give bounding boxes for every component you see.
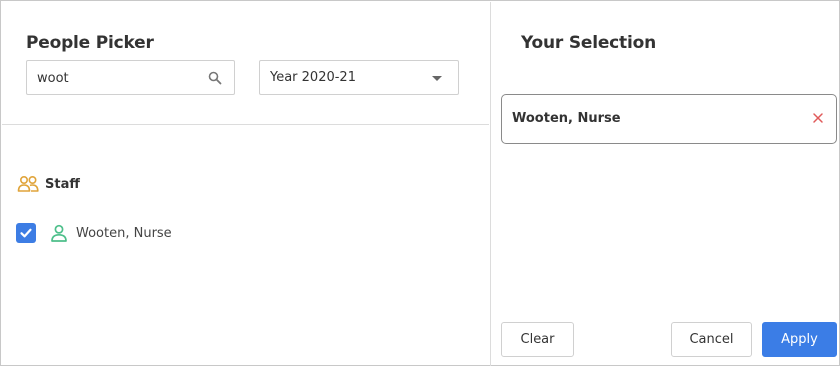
person-name: Wooten, Nurse bbox=[76, 225, 172, 241]
person-icon bbox=[51, 224, 67, 242]
selected-person-chip: Wooten, Nurse bbox=[501, 94, 837, 144]
your-selection-title: Your Selection bbox=[521, 33, 656, 53]
people-picker-title: People Picker bbox=[26, 33, 154, 53]
group-label: Staff bbox=[45, 176, 80, 192]
people-picker-dialog: People Picker Year 2020-21 Staff bbox=[0, 0, 840, 366]
search-input[interactable] bbox=[37, 68, 202, 88]
divider bbox=[2, 124, 489, 125]
list-item[interactable]: Wooten, Nurse bbox=[16, 221, 172, 245]
cancel-button[interactable]: Cancel bbox=[671, 322, 752, 357]
left-panel: People Picker Year 2020-21 Staff bbox=[2, 2, 489, 366]
clear-button[interactable]: Clear bbox=[501, 322, 574, 357]
check-icon bbox=[20, 228, 32, 238]
year-select-value: Year 2020-21 bbox=[270, 70, 356, 85]
close-icon[interactable] bbox=[812, 112, 824, 124]
search-field[interactable] bbox=[26, 60, 235, 95]
selected-person-name: Wooten, Nurse bbox=[512, 111, 621, 126]
right-panel: Your Selection Wooten, Nurse Clear Cance… bbox=[490, 2, 840, 366]
group-icon bbox=[17, 175, 39, 192]
apply-button[interactable]: Apply bbox=[762, 322, 837, 357]
chevron-down-icon[interactable] bbox=[432, 76, 442, 81]
search-icon[interactable] bbox=[208, 71, 222, 85]
group-row-staff: Staff bbox=[17, 172, 80, 196]
year-select[interactable]: Year 2020-21 bbox=[259, 60, 459, 95]
person-checkbox[interactable] bbox=[16, 223, 36, 243]
